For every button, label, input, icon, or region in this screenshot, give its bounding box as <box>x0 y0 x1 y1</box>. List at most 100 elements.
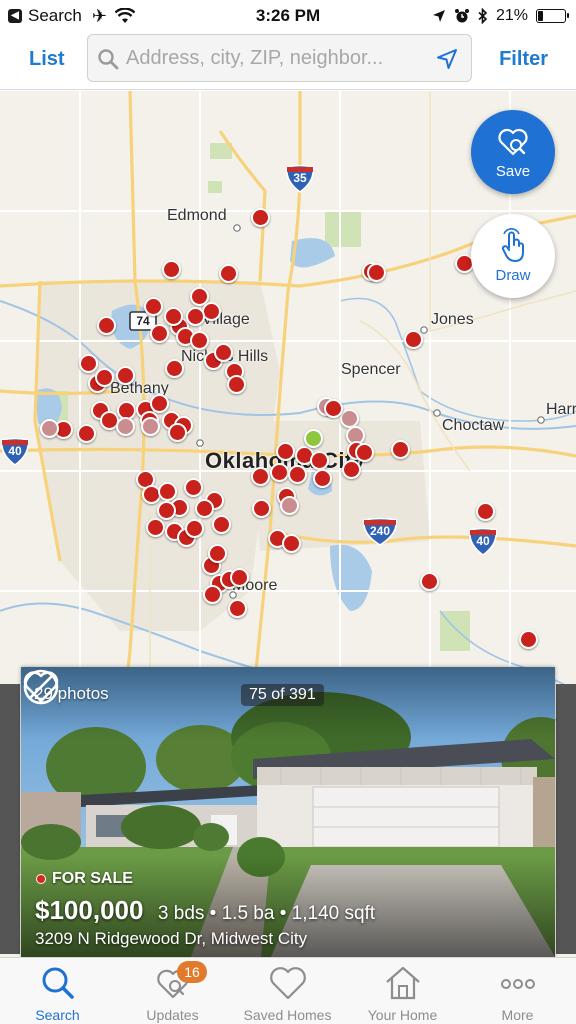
current-location-icon[interactable] <box>435 47 459 71</box>
listing-status: FOR SALE <box>36 870 133 888</box>
listing-pin[interactable] <box>251 467 270 486</box>
listing-pin[interactable] <box>270 463 289 482</box>
listing-pin[interactable] <box>162 260 181 279</box>
listing-pin[interactable] <box>476 502 495 521</box>
draw-hand-icon <box>501 228 524 262</box>
listing-pin[interactable] <box>391 440 410 459</box>
listing-pin[interactable] <box>251 208 270 227</box>
place-label-harrah: Harr <box>546 401 576 418</box>
alarm-icon <box>454 9 469 23</box>
battery-percent: 21% <box>495 7 528 24</box>
listing-pin[interactable] <box>150 394 169 413</box>
listing-pin[interactable] <box>150 324 169 343</box>
tab-saved-homes[interactable]: Saved Homes <box>230 958 345 1024</box>
listing-pin[interactable] <box>420 572 439 591</box>
next-listing-card[interactable] <box>556 684 576 954</box>
listing-pin[interactable] <box>324 399 343 418</box>
listing-pin[interactable] <box>157 501 176 520</box>
listing-pin[interactable] <box>97 316 116 335</box>
tab-label: Saved Homes <box>243 1007 332 1023</box>
listing-pin[interactable] <box>190 331 209 350</box>
listing-pin[interactable] <box>208 544 227 563</box>
search-box[interactable] <box>87 34 472 82</box>
status-bar: ◀ Search ✈ 3:26 PM 21% <box>0 0 576 32</box>
save-search-button[interactable]: Save <box>471 110 555 194</box>
listing-facts: 3 bds • 1.5 ba • 1,140 sqft <box>157 903 376 924</box>
draw-area-label: Draw <box>495 267 531 284</box>
highway-shield: 35 <box>285 164 315 193</box>
listing-pin[interactable] <box>276 442 295 461</box>
listing-pin[interactable] <box>252 499 271 518</box>
listing-pin[interactable] <box>214 343 233 362</box>
highway-shield: 240 <box>362 517 398 546</box>
tab-label: Search <box>35 1007 80 1023</box>
listing-address: 3209 N Ridgewood Dr, Midwest City <box>35 929 308 948</box>
listing-pin[interactable] <box>313 469 332 488</box>
listing-pin[interactable] <box>404 330 423 349</box>
listing-pin[interactable] <box>228 599 247 618</box>
listing-pin[interactable] <box>185 519 204 538</box>
listing-pin[interactable] <box>168 423 187 442</box>
listing-pin[interactable] <box>367 263 386 282</box>
listing-pin[interactable] <box>355 443 374 462</box>
listing-pin[interactable] <box>519 630 538 649</box>
search-icon <box>42 967 74 999</box>
tab-label: Updates <box>146 1007 199 1023</box>
listing-pin[interactable] <box>40 419 59 438</box>
listing-pin[interactable] <box>77 424 96 443</box>
more-icon <box>501 979 535 989</box>
price-row: $100,000 3 bds • 1.5 ba • 1,140 sqft <box>35 895 375 926</box>
listing-pin[interactable] <box>342 460 361 479</box>
place-label-edmond: Edmond <box>167 207 227 224</box>
listing-pin[interactable] <box>186 307 205 326</box>
updates-badge: 16 <box>177 961 207 983</box>
listing-pin[interactable] <box>79 354 98 373</box>
listing-pin[interactable] <box>141 417 160 436</box>
tab-more[interactable]: More <box>460 958 575 1024</box>
tab-label: More <box>501 1007 534 1023</box>
save-search-label: Save <box>495 163 531 180</box>
location-icon <box>432 10 445 22</box>
draw-area-button[interactable]: Draw <box>471 214 555 298</box>
listing-pin[interactable] <box>95 368 114 387</box>
tab-bar: Search 16 Updates Saved Homes Your Home … <box>0 957 576 1024</box>
search-input[interactable] <box>126 43 426 73</box>
listing-pin[interactable] <box>165 359 184 378</box>
tab-your-home[interactable]: Your Home <box>345 958 460 1024</box>
place-label-jones: Jones <box>431 311 474 328</box>
listing-pin[interactable] <box>144 297 163 316</box>
battery-icon <box>536 9 569 23</box>
tab-label: Your Home <box>367 1007 438 1023</box>
listing-pin[interactable] <box>288 465 307 484</box>
listing-pin[interactable] <box>282 534 301 553</box>
listing-pin[interactable] <box>116 417 135 436</box>
highway-shield: 40 <box>468 527 498 556</box>
hide-listing-icon[interactable] <box>21 667 61 707</box>
listing-pin[interactable] <box>195 499 214 518</box>
highway-shield: 40 <box>0 437 30 466</box>
search-icon <box>98 49 119 70</box>
status-label: FOR SALE <box>52 870 133 887</box>
tab-updates[interactable]: 16 Updates <box>115 958 230 1024</box>
list-view-button[interactable]: List <box>29 48 65 71</box>
listing-pin[interactable] <box>230 568 249 587</box>
listing-pin[interactable] <box>212 515 231 534</box>
listing-pin[interactable] <box>227 375 246 394</box>
listing-pin[interactable] <box>164 307 183 326</box>
listing-pin[interactable] <box>280 496 299 515</box>
listing-pin[interactable] <box>116 366 135 385</box>
listing-price: $100,000 <box>35 895 144 925</box>
save-search-icon <box>498 128 528 156</box>
selected-listing-pin[interactable] <box>304 429 323 448</box>
previous-listing-card[interactable] <box>0 684 20 954</box>
listing-pin[interactable] <box>203 585 222 604</box>
heart-icon <box>270 967 306 1000</box>
filter-button[interactable]: Filter <box>499 48 548 71</box>
tab-search[interactable]: Search <box>0 958 115 1024</box>
listing-pin[interactable] <box>219 264 238 283</box>
listing-card[interactable]: 29 photos 75 of 391 FOR SALE $100,000 3 … <box>21 667 555 957</box>
listing-pin[interactable] <box>310 451 329 470</box>
listing-pin[interactable] <box>146 518 165 537</box>
place-label-spencer: Spencer <box>341 361 401 378</box>
listing-pin[interactable] <box>184 478 203 497</box>
